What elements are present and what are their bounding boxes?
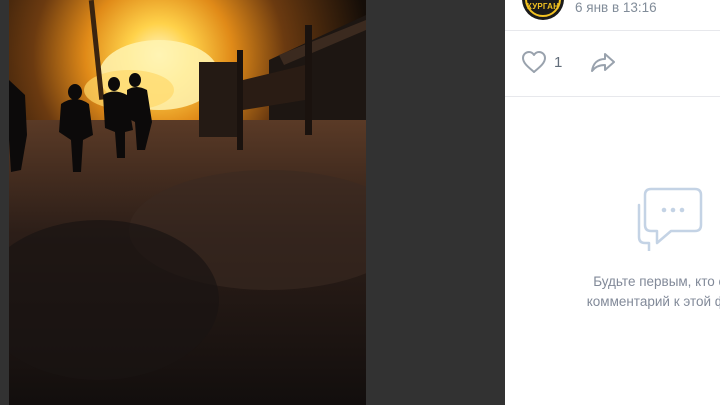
- empty-comments-line-2: комментарий к этой фот: [586, 294, 720, 309]
- actions-divider: [505, 96, 720, 97]
- post-photo[interactable]: [9, 0, 366, 405]
- like-button[interactable]: 1: [521, 50, 562, 74]
- heart-icon: [522, 51, 546, 73]
- post-header: КУРГАН 6 янв в 13:16: [505, 0, 720, 30]
- like-count: 1: [554, 53, 563, 71]
- author-avatar[interactable]: КУРГАН: [522, 0, 564, 20]
- post-date[interactable]: 6 янв в 13:16: [575, 0, 657, 15]
- comment-bubble-icon: [637, 187, 703, 251]
- post-actions: 1: [505, 40, 720, 84]
- post-side-panel: КУРГАН 6 янв в 13:16 1 Будьте первым, кт…: [505, 0, 720, 405]
- fire-night-photo: [9, 0, 366, 405]
- share-button[interactable]: [590, 52, 616, 77]
- empty-comments-line-1: Будьте первым, кто ос: [593, 274, 720, 289]
- header-divider: [505, 30, 720, 31]
- empty-comments-text: Будьте первым, кто ос комментарий к этой…: [563, 272, 720, 312]
- share-arrow-icon: [591, 53, 615, 72]
- avatar-label: КУРГАН: [526, 2, 560, 11]
